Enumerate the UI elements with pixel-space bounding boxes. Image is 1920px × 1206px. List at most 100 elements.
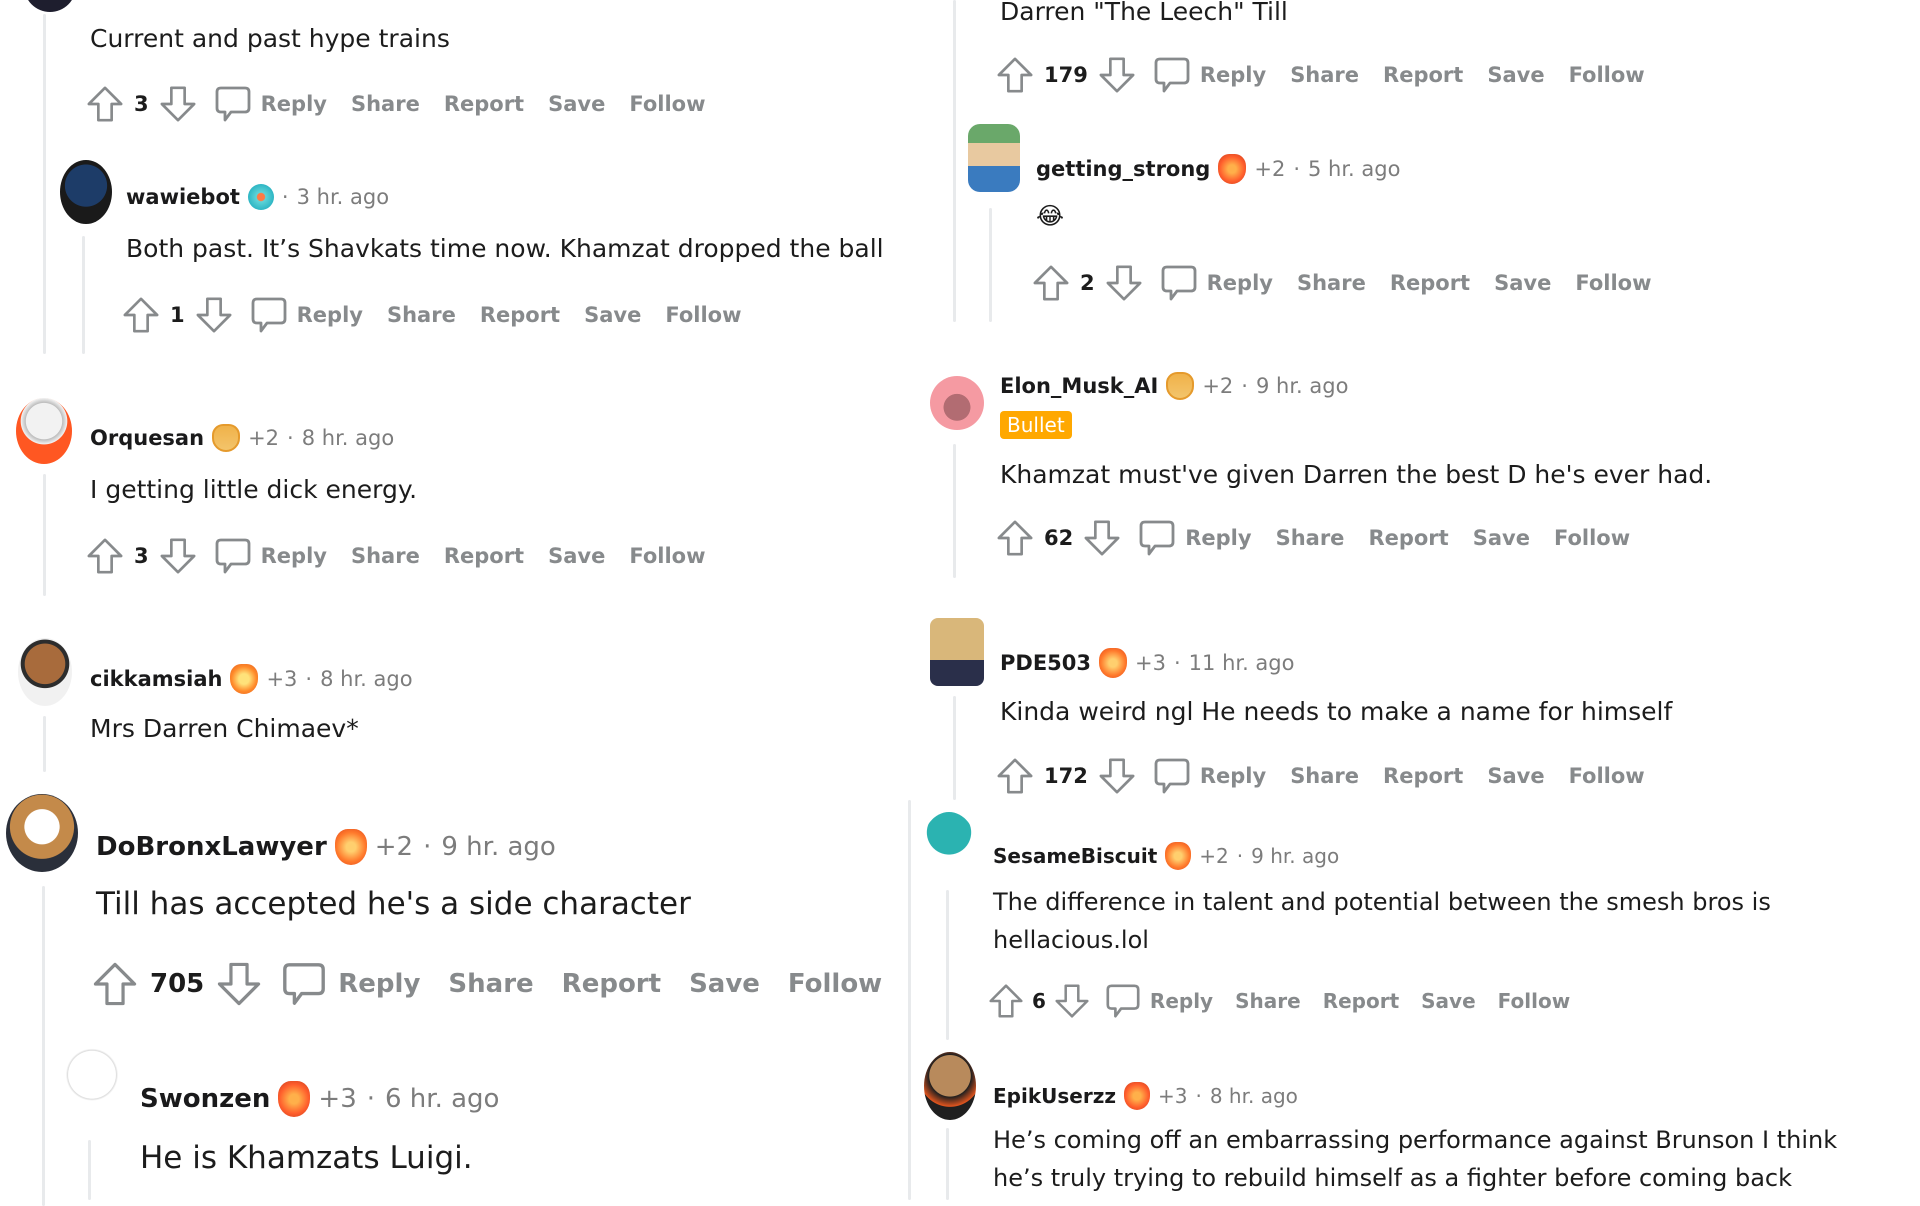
report-button[interactable]: Report	[444, 92, 524, 116]
comment-icon[interactable]	[213, 84, 253, 124]
follow-button[interactable]: Follow	[629, 92, 705, 116]
follow-button[interactable]: Follow	[1575, 271, 1651, 295]
share-button[interactable]: Share	[448, 969, 533, 999]
follow-button[interactable]: Follow	[665, 303, 741, 327]
follow-button[interactable]: Follow	[629, 544, 705, 568]
comment-icon[interactable]	[1104, 982, 1142, 1020]
avatar[interactable]	[24, 0, 76, 12]
thread-line[interactable]	[43, 474, 46, 596]
thread-line[interactable]	[946, 890, 949, 1040]
report-button[interactable]: Report	[480, 303, 560, 327]
avatar[interactable]	[930, 618, 984, 686]
avatar[interactable]	[968, 124, 1020, 192]
reply-button[interactable]: Reply	[1185, 526, 1251, 550]
reply-button[interactable]: Reply	[297, 303, 363, 327]
reply-button[interactable]: Reply	[338, 969, 420, 999]
username[interactable]: SesameBiscuit	[993, 844, 1157, 868]
comment-icon[interactable]	[1137, 518, 1177, 558]
report-button[interactable]: Report	[444, 544, 524, 568]
downvote-icon[interactable]	[1098, 757, 1136, 795]
save-button[interactable]: Save	[548, 544, 605, 568]
username[interactable]: wawiebot	[126, 185, 240, 209]
thread-line[interactable]	[908, 800, 911, 1200]
reply-button[interactable]: Reply	[1200, 764, 1266, 788]
save-button[interactable]: Save	[1487, 764, 1544, 788]
avatar[interactable]	[930, 376, 984, 430]
username[interactable]: DoBronxLawyer	[96, 832, 327, 862]
report-button[interactable]: Report	[1383, 63, 1463, 87]
reply-button[interactable]: Reply	[261, 92, 327, 116]
avatar[interactable]	[60, 1046, 124, 1128]
share-button[interactable]: Share	[1290, 764, 1359, 788]
reply-button[interactable]: Reply	[1207, 271, 1273, 295]
save-button[interactable]: Save	[1421, 989, 1476, 1013]
username[interactable]: PDE503	[1000, 651, 1091, 675]
avatar[interactable]	[924, 1052, 976, 1120]
username[interactable]: cikkamsiah	[90, 667, 222, 691]
thread-line[interactable]	[43, 716, 46, 772]
avatar[interactable]	[6, 794, 78, 872]
avatar[interactable]	[18, 638, 72, 706]
downvote-icon[interactable]	[1098, 56, 1136, 94]
upvote-icon[interactable]	[86, 85, 124, 123]
follow-button[interactable]: Follow	[1569, 63, 1645, 87]
share-button[interactable]: Share	[1297, 271, 1366, 295]
downvote-icon[interactable]	[1105, 264, 1143, 302]
share-button[interactable]: Share	[1276, 526, 1345, 550]
report-button[interactable]: Report	[1383, 764, 1463, 788]
comment-icon[interactable]	[280, 960, 328, 1008]
thread-line[interactable]	[42, 886, 45, 1206]
share-button[interactable]: Share	[387, 303, 456, 327]
share-button[interactable]: Share	[351, 544, 420, 568]
username[interactable]: Orquesan	[90, 426, 204, 450]
save-button[interactable]: Save	[1487, 63, 1544, 87]
upvote-icon[interactable]	[988, 983, 1024, 1019]
upvote-icon[interactable]	[92, 961, 138, 1007]
upvote-icon[interactable]	[996, 56, 1034, 94]
downvote-icon[interactable]	[216, 961, 262, 1007]
downvote-icon[interactable]	[1054, 983, 1090, 1019]
report-button[interactable]: Report	[1368, 526, 1448, 550]
report-button[interactable]: Report	[1390, 271, 1470, 295]
downvote-icon[interactable]	[195, 296, 233, 334]
report-button[interactable]: Report	[1323, 989, 1399, 1013]
save-button[interactable]: Save	[689, 969, 760, 999]
upvote-icon[interactable]	[996, 757, 1034, 795]
upvote-icon[interactable]	[996, 519, 1034, 557]
report-button[interactable]: Report	[562, 969, 661, 999]
follow-button[interactable]: Follow	[1554, 526, 1630, 550]
save-button[interactable]: Save	[1473, 526, 1530, 550]
downvote-icon[interactable]	[1083, 519, 1121, 557]
username[interactable]: Elon_Musk_AI	[1000, 374, 1158, 398]
save-button[interactable]: Save	[1494, 271, 1551, 295]
thread-line[interactable]	[953, 444, 956, 578]
share-button[interactable]: Share	[1235, 989, 1301, 1013]
upvote-icon[interactable]	[1032, 264, 1070, 302]
downvote-icon[interactable]	[159, 85, 197, 123]
follow-button[interactable]: Follow	[788, 969, 882, 999]
reply-button[interactable]: Reply	[1150, 989, 1213, 1013]
username[interactable]: Swonzen	[140, 1084, 270, 1114]
thread-line[interactable]	[953, 696, 956, 800]
upvote-icon[interactable]	[122, 296, 160, 334]
comment-icon[interactable]	[249, 295, 289, 335]
downvote-icon[interactable]	[159, 537, 197, 575]
username[interactable]: getting_strong	[1036, 157, 1210, 181]
avatar[interactable]	[16, 398, 72, 464]
avatar[interactable]	[922, 812, 976, 880]
follow-button[interactable]: Follow	[1569, 764, 1645, 788]
thread-line[interactable]	[82, 236, 85, 354]
thread-line[interactable]	[946, 1128, 949, 1200]
thread-line[interactable]	[88, 1140, 91, 1200]
username[interactable]: EpikUserzz	[993, 1084, 1116, 1108]
thread-line[interactable]	[43, 14, 46, 354]
thread-line[interactable]	[989, 208, 992, 322]
upvote-icon[interactable]	[86, 537, 124, 575]
avatar[interactable]	[60, 160, 112, 224]
reply-button[interactable]: Reply	[261, 544, 327, 568]
share-button[interactable]: Share	[351, 92, 420, 116]
share-button[interactable]: Share	[1290, 63, 1359, 87]
comment-icon[interactable]	[1159, 263, 1199, 303]
save-button[interactable]: Save	[584, 303, 641, 327]
thread-line[interactable]	[953, 0, 956, 322]
